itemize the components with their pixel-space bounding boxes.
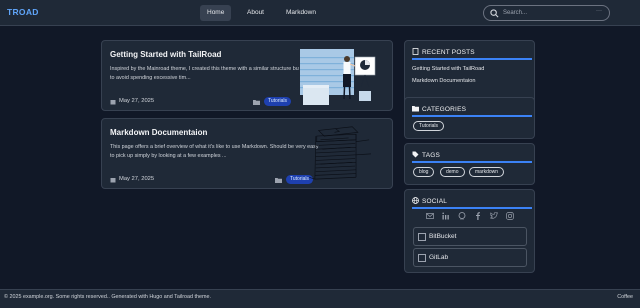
github-icon[interactable] <box>458 212 466 220</box>
folder-icon <box>253 100 260 105</box>
tag-pill-markdown[interactable]: markdown <box>469 167 505 177</box>
tags-title: TAGS <box>422 152 441 159</box>
tags-heading: TAGS <box>412 151 440 159</box>
calendar-icon <box>110 100 116 105</box>
category-pill[interactable]: Tutorials <box>413 121 444 131</box>
heading-underline <box>412 58 532 60</box>
tag-icon <box>412 151 419 158</box>
tag-pill-demo[interactable]: demo <box>440 167 465 177</box>
globe-icon <box>412 197 419 204</box>
post-card[interactable]: Getting Started with TailRoad Inspired b… <box>101 40 393 111</box>
bitbucket-label: BitBucket <box>429 233 457 240</box>
post-excerpt: Inspired by the Mainroad theme, I create… <box>110 66 320 81</box>
site-brand[interactable]: TROAD <box>7 7 39 17</box>
calendar-icon <box>110 178 116 183</box>
social-heading: SOCIAL <box>412 197 447 205</box>
site-footer: © 2025 example.org. Some rights reserved… <box>0 289 640 308</box>
social-widget: SOCIAL BitBucket GitLab <box>404 189 535 273</box>
nav-link-markdown[interactable]: Markdown <box>279 5 323 21</box>
instagram-icon[interactable] <box>506 212 514 220</box>
tag-pill-blog[interactable]: blog <box>413 167 435 177</box>
nav-link-home[interactable]: Home <box>200 5 232 21</box>
search-box[interactable]: Search... ··· <box>483 5 610 21</box>
tags-widget: TAGS blog demo markdown <box>404 143 535 185</box>
search-icon <box>490 9 499 18</box>
footer-coffee-link[interactable]: Coffee <box>617 294 633 300</box>
post-date: May 27, 2025 <box>119 176 155 182</box>
post-date: May 27, 2025 <box>119 98 155 104</box>
post-thumbnail[interactable] <box>299 123 385 181</box>
heading-underline <box>412 115 532 117</box>
post-excerpt: This page offers a brief overview of wha… <box>110 144 319 159</box>
heading-underline <box>412 207 532 209</box>
linkedin-icon[interactable] <box>442 212 450 220</box>
bitbucket-button[interactable]: BitBucket <box>413 227 527 246</box>
mail-icon[interactable] <box>426 212 434 220</box>
search-input[interactable]: Search... <box>503 10 527 16</box>
categories-title: CATEGORIES <box>422 106 467 113</box>
recent-posts-heading: RECENT POSTS <box>412 48 475 56</box>
search-shortcut-hint: ··· <box>596 8 602 14</box>
nav-link-about[interactable]: About <box>240 5 271 21</box>
document-icon <box>412 48 419 55</box>
post-title[interactable]: Getting Started with TailRoad <box>110 50 221 59</box>
recent-post-link[interactable]: Getting Started with TailRoad <box>412 66 484 72</box>
footer-copyright: © 2025 example.org. Some rights reserved… <box>4 294 212 300</box>
categories-widget: CATEGORIES Tutorials <box>404 97 535 139</box>
facebook-icon[interactable] <box>474 212 482 220</box>
folder-icon <box>275 178 282 183</box>
heading-underline <box>412 161 532 163</box>
gitlab-button[interactable]: GitLab <box>413 248 527 267</box>
categories-heading: CATEGORIES <box>412 105 466 113</box>
post-thumbnail[interactable] <box>299 47 385 105</box>
category-badge[interactable]: Tutorials <box>264 97 291 106</box>
recent-posts-title: RECENT POSTS <box>422 49 475 56</box>
post-card[interactable]: Markdown Documentaion This page offers a… <box>101 118 393 189</box>
bitbucket-icon <box>418 233 426 241</box>
top-navbar: TROAD Home About Markdown Search... ··· <box>0 0 640 26</box>
twitter-icon[interactable] <box>490 212 498 220</box>
post-title[interactable]: Markdown Documentaion <box>110 128 207 137</box>
recent-post-link[interactable]: Markdown Documentaion <box>412 78 475 84</box>
social-title: SOCIAL <box>422 198 448 205</box>
folder-icon <box>412 106 419 112</box>
gitlab-icon <box>418 254 426 262</box>
gitlab-label: GitLab <box>429 254 449 261</box>
